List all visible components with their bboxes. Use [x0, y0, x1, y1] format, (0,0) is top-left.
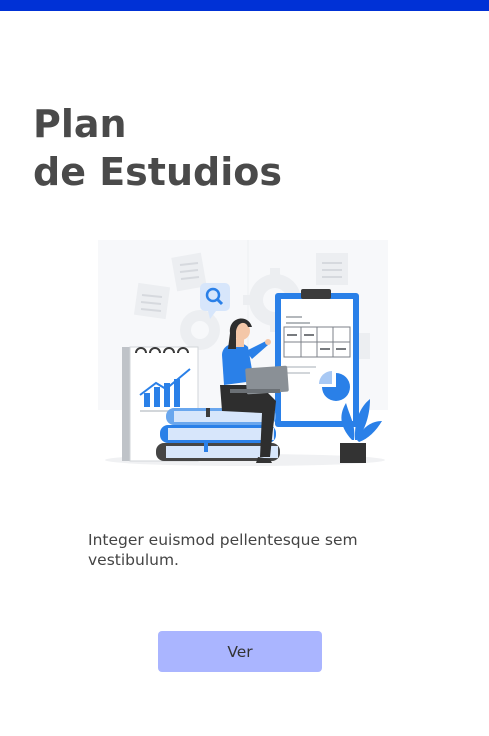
note-icon: [316, 253, 348, 285]
view-button[interactable]: Ver: [158, 631, 322, 672]
study-plan-illustration: [98, 240, 388, 466]
gear-icon: [180, 310, 220, 350]
top-bar: [0, 0, 489, 11]
page-title: Plan de Estudios: [33, 100, 282, 196]
description-text: Integer euismod pellentesque sem vestibu…: [88, 531, 358, 569]
title-line-1: Plan: [33, 102, 127, 146]
note-icon: [133, 282, 171, 320]
title-line-2: de Estudios: [33, 150, 282, 194]
